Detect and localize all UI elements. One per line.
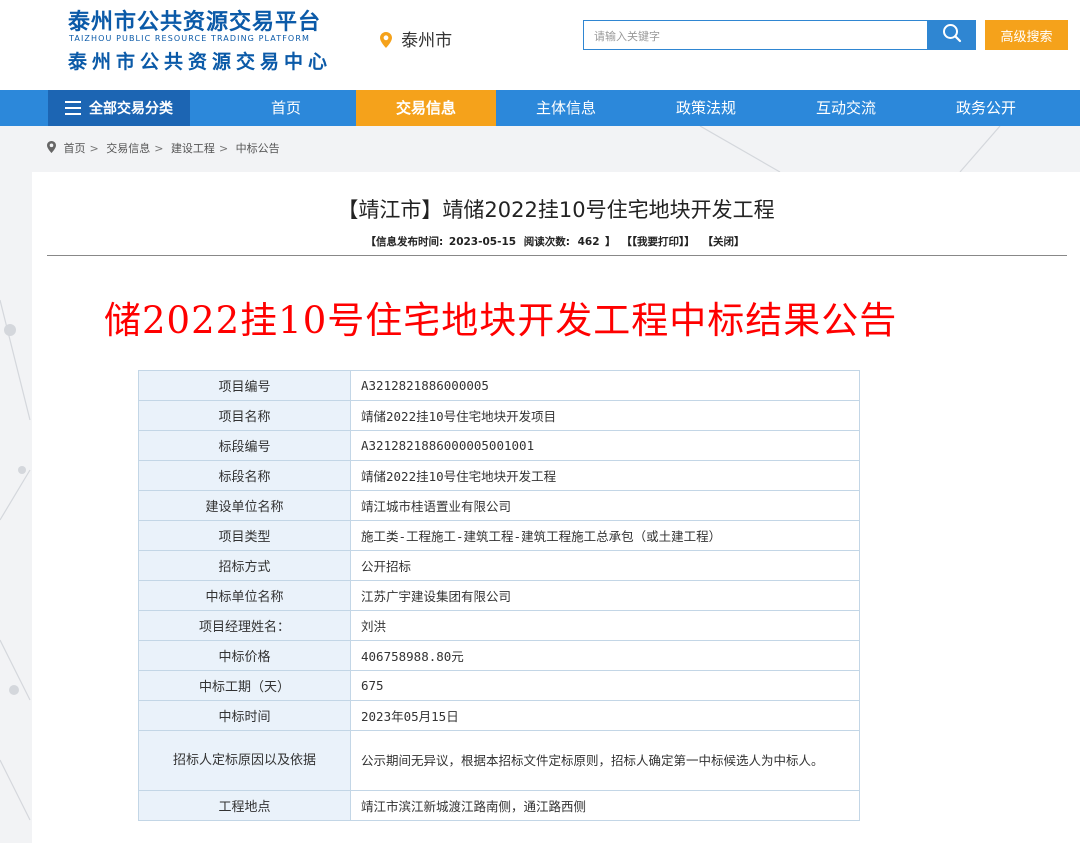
field-value: 刘洪 xyxy=(350,610,860,641)
search-input[interactable] xyxy=(592,22,926,50)
field-label: 标段编号 xyxy=(138,430,351,461)
table-row: 招标方式 公开招标 xyxy=(138,550,860,581)
field-value: 靖储2022挂10号住宅地块开发工程 xyxy=(350,460,860,491)
field-value: 公示期间无异议，根据本招标文件定标原则，招标人确定第一中标候选人为中标人。 xyxy=(350,730,860,791)
city-selector[interactable]: 泰州市 xyxy=(380,26,452,51)
views-label: 阅读次数: xyxy=(523,236,570,248)
advanced-search-button[interactable]: 高级搜索 xyxy=(985,20,1068,50)
field-value: A3212821886000005001001 xyxy=(350,430,860,461)
table-row: 项目名称 靖储2022挂10号住宅地块开发项目 xyxy=(138,400,860,431)
city-label: 泰州市 xyxy=(401,31,453,51)
breadcrumb: 首页 > 交易信息 > 建设工程 > 中标公告 xyxy=(47,140,280,156)
close-link[interactable]: 【关闭】 xyxy=(702,236,744,248)
views-bracket: 】 xyxy=(605,236,616,248)
all-categories-label: 全部交易分类 xyxy=(89,101,173,117)
location-pin-icon xyxy=(47,141,60,155)
table-row: 项目经理姓名： 刘洪 xyxy=(138,610,860,641)
main-nav: 全部交易分类 首页 交易信息 主体信息 政策法规 互动交流 政务公开 xyxy=(0,90,1080,126)
logo-center-name: 泰州市公共资源交易中心 xyxy=(68,51,333,73)
table-row: 标段名称 靖储2022挂10号住宅地块开发工程 xyxy=(138,460,860,491)
table-row: 中标时间 2023年05月15日 xyxy=(138,700,860,731)
all-categories-button[interactable]: 全部交易分类 xyxy=(48,90,190,126)
field-value: 施工类-工程施工-建筑工程-建筑工程施工总承包（或土建工程） xyxy=(350,520,860,551)
field-value: A3212821886000005 xyxy=(350,370,860,401)
field-value: 靖江市滨江新城渡江路南侧，通江路西侧 xyxy=(350,790,860,821)
field-label: 建设单位名称 xyxy=(138,490,351,521)
table-row: 招标人定标原因以及依据 公示期间无异议，根据本招标文件定标原则，招标人确定第一中标… xyxy=(138,730,860,791)
breadcrumb-construction[interactable]: 建设工程 xyxy=(171,142,215,155)
field-label: 中标时间 xyxy=(138,700,351,731)
field-label: 标段名称 xyxy=(138,460,351,491)
publish-label: 【信息发布时间: xyxy=(365,236,444,248)
field-value: 2023年05月15日 xyxy=(350,700,860,731)
nav-item-interaction[interactable]: 互动交流 xyxy=(796,90,896,126)
table-row: 中标单位名称 江苏广宇建设集团有限公司 xyxy=(138,580,860,611)
article-title: 【靖江市】靖储2022挂10号住宅地块开发工程 xyxy=(337,198,775,222)
field-label: 项目名称 xyxy=(138,400,351,431)
announcement-heading: 储2022挂10号住宅地块开发工程中标结果公告 xyxy=(104,299,898,342)
bid-result-table: 项目编号 A3212821886000005 项目名称 靖储2022挂10号住宅地块开… xyxy=(138,370,860,821)
nav-item-entity-info[interactable]: 主体信息 xyxy=(516,90,616,126)
nav-item-gov-affairs[interactable]: 政务公开 xyxy=(936,90,1036,126)
table-row: 工程地点 靖江市滨江新城渡江路南侧，通江路西侧 xyxy=(138,790,860,821)
field-value: 靖江城市桂语置业有限公司 xyxy=(350,490,860,521)
article-panel: 【靖江市】靖储2022挂10号住宅地块开发工程 【信息发布时间: 2023-05… xyxy=(32,172,1080,843)
table-row: 中标工期（天） 675 xyxy=(138,670,860,701)
table-row: 项目类型 施工类-工程施工-建筑工程-建筑工程施工总承包（或土建工程） xyxy=(138,520,860,551)
site-header: 泰州市公共资源交易平台 TAIZHOU PUBLIC RESOURCE TRAD… xyxy=(0,0,1080,90)
publish-date: 2023-05-15 xyxy=(448,236,517,248)
location-pin-icon xyxy=(380,31,397,50)
field-label: 项目编号 xyxy=(138,370,351,401)
field-label: 工程地点 xyxy=(138,790,351,821)
field-value: 675 xyxy=(350,670,860,701)
article-meta: 【信息发布时间: 2023-05-15 阅读次数: 462 】 【【我要打印】】… xyxy=(32,234,1080,249)
menu-icon xyxy=(65,101,81,115)
field-label: 中标工期（天） xyxy=(138,670,351,701)
breadcrumb-trading-info[interactable]: 交易信息 xyxy=(106,142,150,155)
table-row: 中标价格 406758988.80元 xyxy=(138,640,860,671)
field-label: 招标人定标原因以及依据 xyxy=(138,730,351,791)
views-count: 462 xyxy=(577,236,600,248)
logo-title[interactable]: 泰州市公共资源交易平台 xyxy=(68,4,321,36)
table-row: 标段编号 A3212821886000005001001 xyxy=(138,430,860,461)
field-label: 招标方式 xyxy=(138,550,351,581)
nav-item-policy[interactable]: 政策法规 xyxy=(656,90,756,126)
field-label: 项目经理姓名： xyxy=(138,610,351,641)
field-label: 中标价格 xyxy=(138,640,351,671)
field-label: 中标单位名称 xyxy=(138,580,351,611)
title-divider xyxy=(47,255,1067,256)
breadcrumb-current: 中标公告 xyxy=(235,142,280,155)
search-icon xyxy=(942,23,962,47)
table-row: 建设单位名称 靖江城市桂语置业有限公司 xyxy=(138,490,860,521)
field-value: 靖储2022挂10号住宅地块开发项目 xyxy=(350,400,860,431)
field-value: 江苏广宇建设集团有限公司 xyxy=(350,580,860,611)
breadcrumb-home[interactable]: 首页 xyxy=(64,142,86,155)
logo-subtitle-en: TAIZHOU PUBLIC RESOURCE TRADING PLATFORM xyxy=(69,34,310,43)
search-button[interactable] xyxy=(928,20,976,50)
search-box xyxy=(583,20,928,50)
field-value: 公开招标 xyxy=(350,550,860,581)
print-link[interactable]: 【【我要打印】】 xyxy=(621,236,695,248)
field-label: 项目类型 xyxy=(138,520,351,551)
nav-item-trading-info[interactable]: 交易信息 xyxy=(356,90,496,126)
field-value: 406758988.80元 xyxy=(350,640,860,671)
nav-item-home[interactable]: 首页 xyxy=(236,90,336,126)
table-row: 项目编号 A3212821886000005 xyxy=(138,370,860,401)
